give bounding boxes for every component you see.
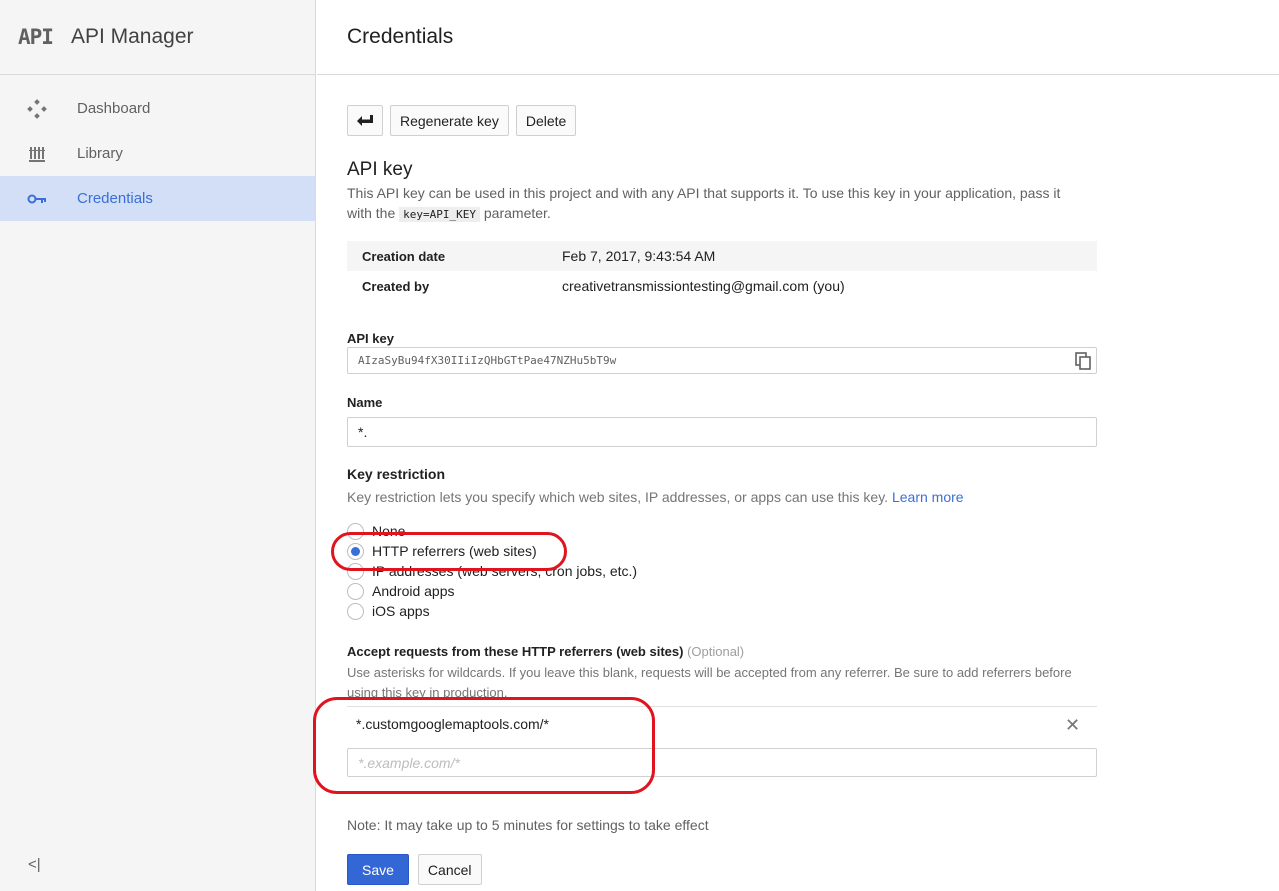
delete-button[interactable]: Delete [515,105,577,136]
brand: API API Manager [0,0,315,75]
referrers-title: Accept requests from these HTTP referrer… [347,644,744,659]
key-icon [26,188,48,210]
cancel-button[interactable]: Cancel [417,854,482,885]
radio-label: Android apps [372,583,455,599]
key-restriction-options: None HTTP referrers (web sites) IP addre… [347,521,637,621]
copy-icon[interactable] [1073,351,1093,371]
optional-label: (Optional) [687,644,745,659]
api-key-field[interactable]: AIzaSyBu94fX30IIiIzQHbGTtPae47NZHu5bT9w [347,347,1097,374]
api-logo: API [18,25,54,49]
name-label: Name [347,395,383,410]
api-key-value: AIzaSyBu94fX30IIiIzQHbGTtPae47NZHu5bT9w [358,354,617,367]
radio-option-ip-addresses[interactable]: IP addresses (web servers, cron jobs, et… [347,561,637,581]
library-icon [26,143,48,165]
back-arrow-icon [357,114,373,126]
collapse-sidebar-button[interactable]: <| [28,856,41,873]
radio-label: IP addresses (web servers, cron jobs, et… [372,563,638,579]
key-restriction-description: Key restriction lets you specify which w… [347,489,964,505]
app-title: API Manager [70,25,194,48]
settings-note: Note: It may take up to 5 minutes for se… [347,817,709,833]
api-key-label: API key [347,331,394,346]
info-key: Creation date [362,248,446,264]
sidebar-item-label: Credentials [77,190,153,207]
divider [347,706,1097,707]
sidebar-nav: Dashboard Library Credentials [0,86,315,221]
table-row: Creation date Feb 7, 2017, 9:43:54 AM [347,241,1097,271]
info-table: Creation date Feb 7, 2017, 9:43:54 AM Cr… [347,241,1097,301]
info-key: Created by [362,278,430,294]
radio-button[interactable] [347,602,364,620]
page-header: Credentials [317,0,1279,75]
sidebar-item-dashboard[interactable]: Dashboard [0,86,315,131]
sidebar-item-label: Dashboard [77,100,151,117]
page-title: Credentials [347,25,454,48]
info-value: creativetransmissiontesting@gmail.com (y… [562,278,845,294]
save-button[interactable]: Save [347,854,409,885]
back-button[interactable] [347,105,383,136]
sidebar-item-credentials[interactable]: Credentials [0,176,315,221]
radio-option-ios-apps[interactable]: iOS apps [347,601,637,621]
dashboard-icon [26,98,48,120]
radio-button[interactable] [347,582,364,600]
close-icon[interactable]: ✕ [1065,716,1080,734]
description-text: Key restriction lets you specify which w… [347,489,892,505]
radio-label: None [372,523,406,539]
referrer-input[interactable] [347,748,1097,777]
radio-option-android-apps[interactable]: Android apps [347,581,637,601]
form-actions: Save Cancel [347,854,482,885]
regenerate-key-button[interactable]: Regenerate key [390,105,509,136]
api-key-description: This API key can be used in this project… [347,183,1087,225]
section-title: API key [347,159,413,180]
referrer-item: *.customgooglemaptools.com/* [356,716,549,732]
annotation-highlight-referrer [313,697,655,794]
name-value: *. [358,424,368,440]
radio-button[interactable] [347,522,364,540]
radio-button[interactable] [347,562,364,580]
radio-option-http-referrers[interactable]: HTTP referrers (web sites) [347,541,637,561]
sidebar-item-label: Library [77,145,123,162]
description-text: parameter. [480,205,551,221]
toolbar: Regenerate key Delete [347,105,577,136]
sidebar-item-library[interactable]: Library [0,131,315,176]
code-snippet: key=API_KEY [399,207,480,222]
radio-option-none[interactable]: None [347,521,637,541]
radio-label: iOS apps [372,603,430,619]
key-restriction-title: Key restriction [347,466,446,482]
radio-button[interactable] [347,542,364,560]
radio-label: HTTP referrers (web sites) [372,543,537,559]
referrers-title-text: Accept requests from these HTTP referrer… [347,644,684,659]
name-field[interactable]: *. [347,417,1097,447]
sidebar: API API Manager Dashboard Library Creden… [0,0,316,891]
learn-more-link[interactable]: Learn more [892,489,964,505]
table-row: Created by creativetransmissiontesting@g… [347,271,1097,301]
info-value: Feb 7, 2017, 9:43:54 AM [562,248,716,264]
referrers-description: Use asterisks for wildcards. If you leav… [347,665,1072,699]
